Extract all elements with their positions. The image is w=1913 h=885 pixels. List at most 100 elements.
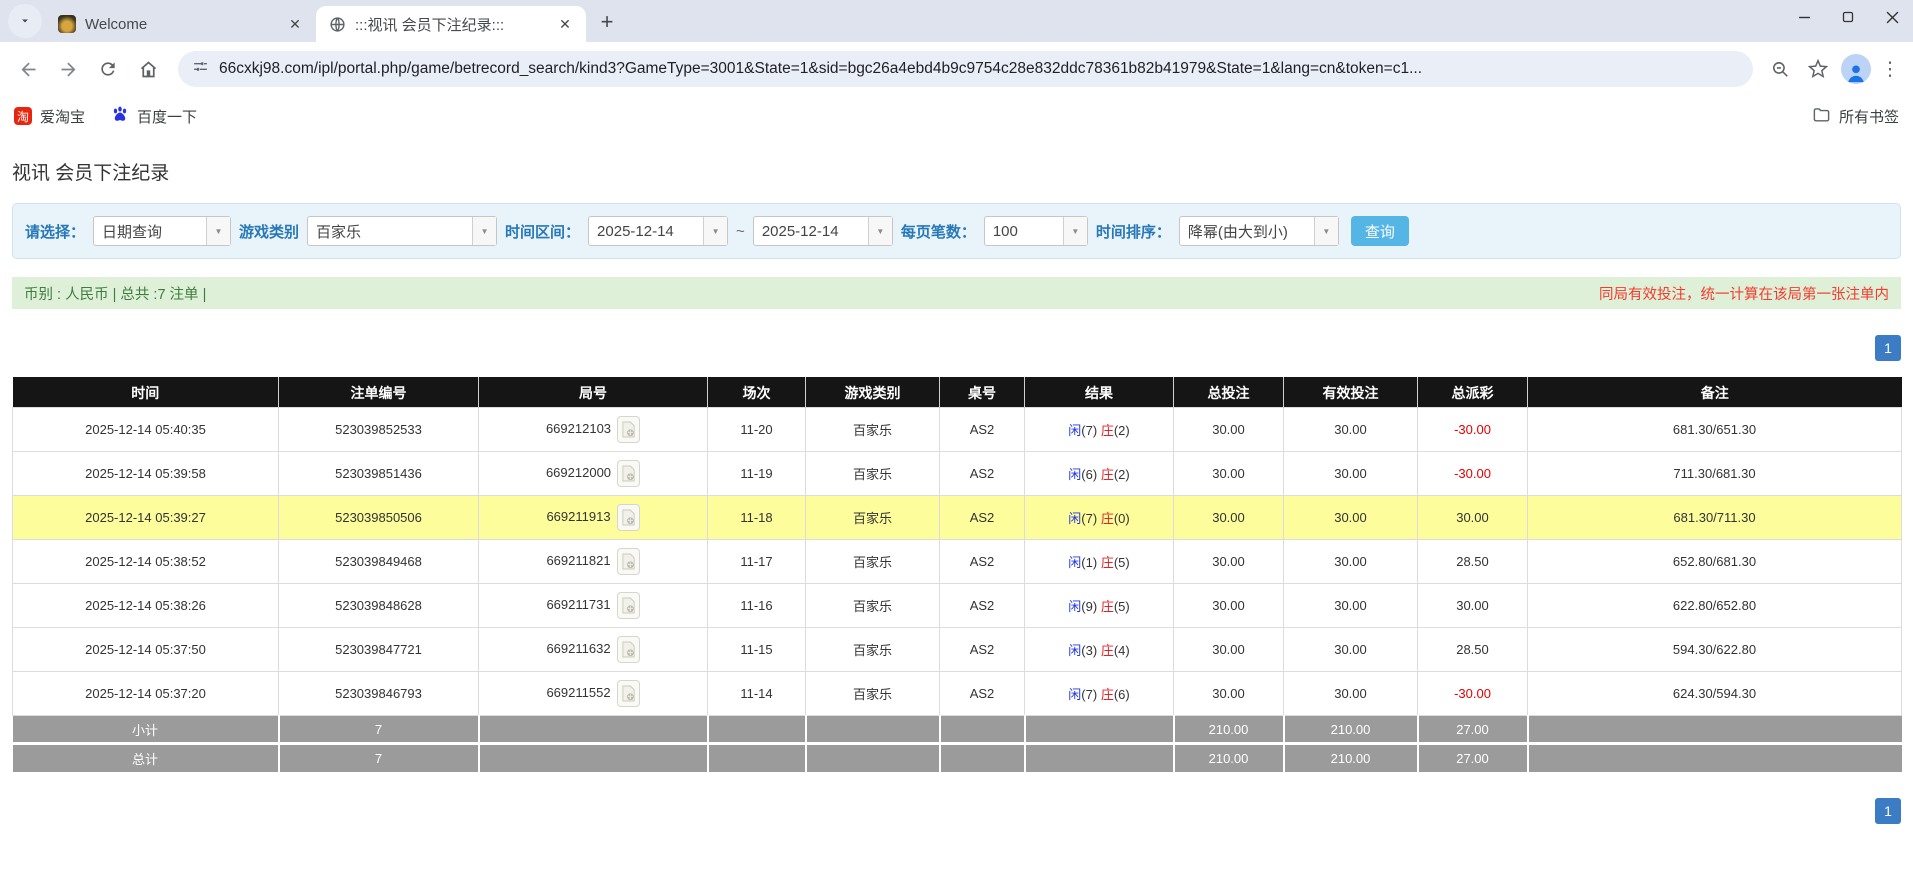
sort-select[interactable]: 降幂(由大到小) ▼ [1178, 216, 1339, 246]
cell-payout: -30.00 [1417, 451, 1528, 496]
filter-bar: 请选择： 日期查询 ▼ 游戏类别 百家乐 ▼ 时间区间： 2025-12-14 … [12, 203, 1901, 259]
video-replay-icon[interactable] [616, 636, 640, 663]
cell-result: 闲(3) 庄(4) [1024, 627, 1174, 672]
cell-valid-bet: 30.00 [1283, 539, 1418, 584]
cell-bet-id: 523039849468 [278, 539, 479, 584]
bookmark-aitaobao[interactable]: 淘 爱淘宝 [14, 106, 85, 127]
page-size-select[interactable]: 100 ▼ [983, 216, 1088, 246]
cell-bet-id: 523039851436 [278, 451, 479, 496]
cell-total-bet[interactable]: 30.00 [1173, 451, 1284, 496]
cell-game-type: 百家乐 [805, 627, 940, 672]
tab-close-icon[interactable]: ✕ [554, 13, 576, 35]
cell-total-bet[interactable]: 30.00 [1173, 407, 1284, 452]
cell-total-bet[interactable]: 30.00 [1173, 539, 1284, 584]
cell-table-no: AS2 [939, 627, 1025, 672]
header-result: 结果 [1024, 377, 1174, 408]
window-controls [1789, 0, 1907, 34]
search-button[interactable]: 查询 [1350, 216, 1409, 246]
cell-table-no: AS2 [939, 583, 1025, 628]
tab-search-chevron-icon[interactable] [8, 4, 42, 38]
cell-round-id: 669211731 [478, 583, 708, 628]
cell-total-bet[interactable]: 30.00 [1173, 671, 1284, 716]
bookmark-label: 爱淘宝 [40, 108, 86, 126]
video-replay-icon[interactable] [616, 504, 640, 531]
subtotal-valid-bet: 210.00 [1283, 715, 1419, 744]
reload-icon[interactable] [90, 51, 126, 87]
cell-result: 闲(1) 庄(5) [1024, 539, 1174, 584]
header-bet-id: 注单编号 [278, 377, 479, 408]
video-replay-icon[interactable] [616, 680, 640, 707]
date-to-select[interactable]: 2025-12-14 ▼ [752, 216, 893, 246]
subtotal-total-bet: 210.00 [1173, 715, 1285, 744]
cell-total-bet[interactable]: 30.00 [1173, 495, 1284, 540]
bookmark-star-icon[interactable] [1801, 52, 1835, 86]
cell-game-type: 百家乐 [805, 539, 940, 584]
tab-welcome[interactable]: Welcome ✕ [46, 6, 316, 42]
chevron-down-icon: ▼ [867, 217, 892, 245]
result-banker: 庄 [1100, 555, 1114, 570]
cell-total-bet[interactable]: 30.00 [1173, 583, 1284, 628]
close-window-button[interactable] [1877, 2, 1907, 32]
video-replay-icon[interactable] [616, 548, 640, 575]
result-banker: 庄 [1100, 599, 1114, 614]
cell-result: 闲(7) 庄(0) [1024, 495, 1174, 540]
total-valid-bet: 210.00 [1283, 742, 1419, 772]
cell-time: 2025-12-14 05:40:35 [12, 407, 279, 452]
game-type-select[interactable]: 百家乐 ▼ [307, 216, 498, 246]
zoom-indicator-icon[interactable] [1763, 52, 1797, 86]
cell-note: 624.30/594.30 [1527, 671, 1902, 716]
table-body: 2025-12-14 05:40:35 523039852533 6692121… [12, 407, 1902, 716]
maximize-button[interactable] [1833, 2, 1863, 32]
forward-icon[interactable] [50, 51, 86, 87]
cell-bet-id: 523039846793 [278, 671, 479, 716]
cell-valid-bet: 30.00 [1283, 671, 1418, 716]
cell-valid-bet: 30.00 [1283, 451, 1418, 496]
header-session: 场次 [707, 377, 806, 408]
home-icon[interactable] [130, 51, 166, 87]
menu-kebab-icon[interactable]: ⋮ [1877, 58, 1903, 81]
tab-close-icon[interactable]: ✕ [284, 13, 306, 35]
cell-session: 11-20 [707, 407, 806, 452]
subtotal-payout: 27.00 [1417, 715, 1529, 744]
cell-game-type: 百家乐 [805, 495, 940, 540]
all-bookmarks-button[interactable]: 所有书签 [1812, 105, 1899, 128]
tilde-separator: ~ [736, 222, 745, 240]
welcome-favicon-icon [58, 15, 76, 33]
result-banker: 庄 [1100, 687, 1114, 702]
cell-game-type: 百家乐 [805, 451, 940, 496]
cell-round-id: 669211913 [478, 495, 708, 540]
tab-betrecord[interactable]: :::视讯 会员下注纪录::: ✕ [316, 6, 586, 42]
date-from-select[interactable]: 2025-12-14 ▼ [588, 216, 729, 246]
result-player: 闲 [1068, 599, 1082, 614]
total-payout: 27.00 [1417, 742, 1529, 772]
minimize-button[interactable] [1789, 2, 1819, 32]
total-total-bet: 210.00 [1173, 742, 1285, 772]
video-replay-icon[interactable] [617, 460, 641, 487]
cell-session: 11-19 [707, 451, 806, 496]
address-bar[interactable]: 66cxkj98.com/ipl/portal.php/game/betreco… [178, 51, 1753, 87]
currency-summary-text: 币别 : 人民币 | 总共 :7 注单 | [24, 286, 207, 303]
page-number-button[interactable]: 1 [1875, 797, 1901, 824]
page-number-button[interactable]: 1 [1875, 335, 1901, 361]
profile-avatar[interactable] [1841, 54, 1871, 84]
result-player: 闲 [1068, 555, 1082, 570]
cell-payout: 28.50 [1417, 539, 1528, 584]
header-game-type: 游戏类别 [805, 377, 940, 408]
back-icon[interactable] [10, 51, 46, 87]
chevron-down-icon: ▼ [1313, 217, 1338, 245]
result-player: 闲 [1068, 423, 1082, 438]
tab-title: Welcome [85, 15, 148, 33]
cell-total-bet[interactable]: 30.00 [1173, 627, 1284, 672]
site-settings-icon[interactable] [192, 58, 209, 80]
query-type-select[interactable]: 日期查询 ▼ [93, 216, 232, 246]
header-valid-bet: 有效投注 [1283, 377, 1418, 408]
cell-bet-id: 523039848628 [278, 583, 479, 628]
new-tab-button[interactable]: + [592, 7, 622, 37]
cell-note: 681.30/711.30 [1527, 495, 1902, 540]
cell-session: 11-17 [707, 539, 806, 584]
bookmark-baidu[interactable]: 百度一下 [111, 105, 197, 127]
cell-table-no: AS2 [939, 495, 1025, 540]
video-replay-icon[interactable] [617, 416, 641, 443]
subtotal-count: 7 [278, 715, 480, 744]
video-replay-icon[interactable] [616, 592, 640, 619]
